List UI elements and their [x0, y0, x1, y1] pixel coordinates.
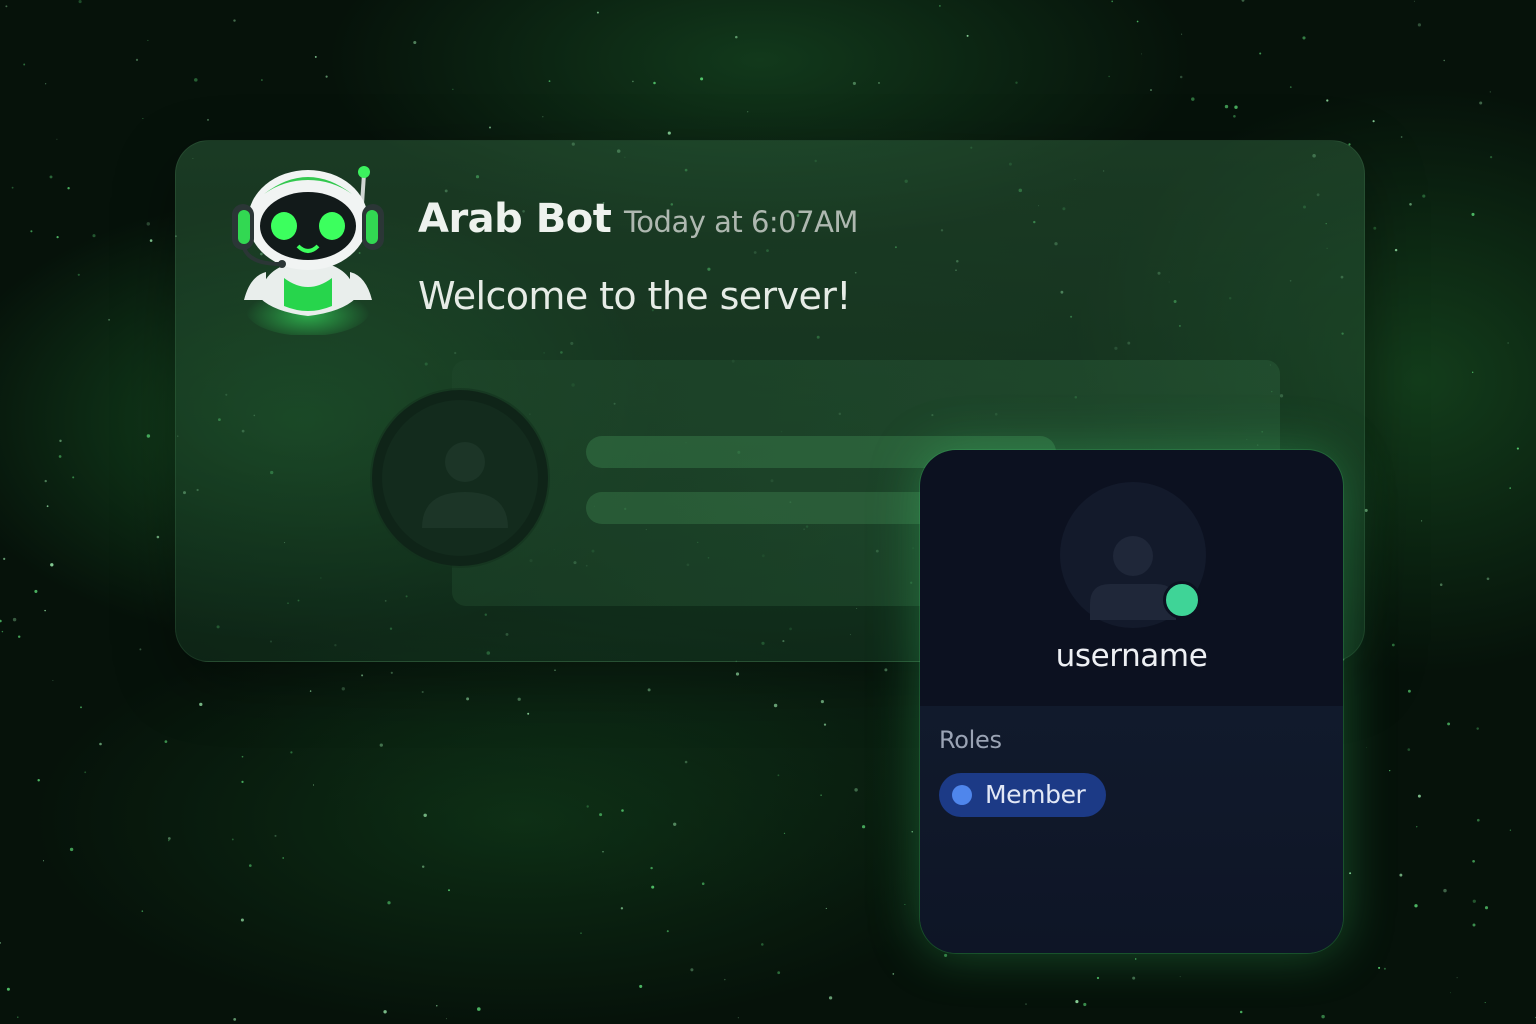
role-color-dot: [952, 785, 972, 805]
role-badge-member[interactable]: Member: [939, 773, 1106, 817]
role-name: Member: [985, 780, 1086, 809]
robot-avatar-icon[interactable]: [222, 160, 394, 335]
roles-heading: Roles: [939, 726, 1002, 754]
message-timestamp: Today at 6:07AM: [624, 205, 858, 239]
placeholder-avatar: [372, 390, 548, 566]
user-silhouette-icon: [422, 442, 508, 528]
profile-username: username: [1055, 638, 1208, 674]
online-status-indicator: [1163, 581, 1201, 619]
message-content: Welcome to the server!: [418, 274, 852, 318]
user-profile-popup: username Roles Member: [920, 450, 1343, 953]
message-author-name[interactable]: Arab Bot: [418, 196, 612, 242]
